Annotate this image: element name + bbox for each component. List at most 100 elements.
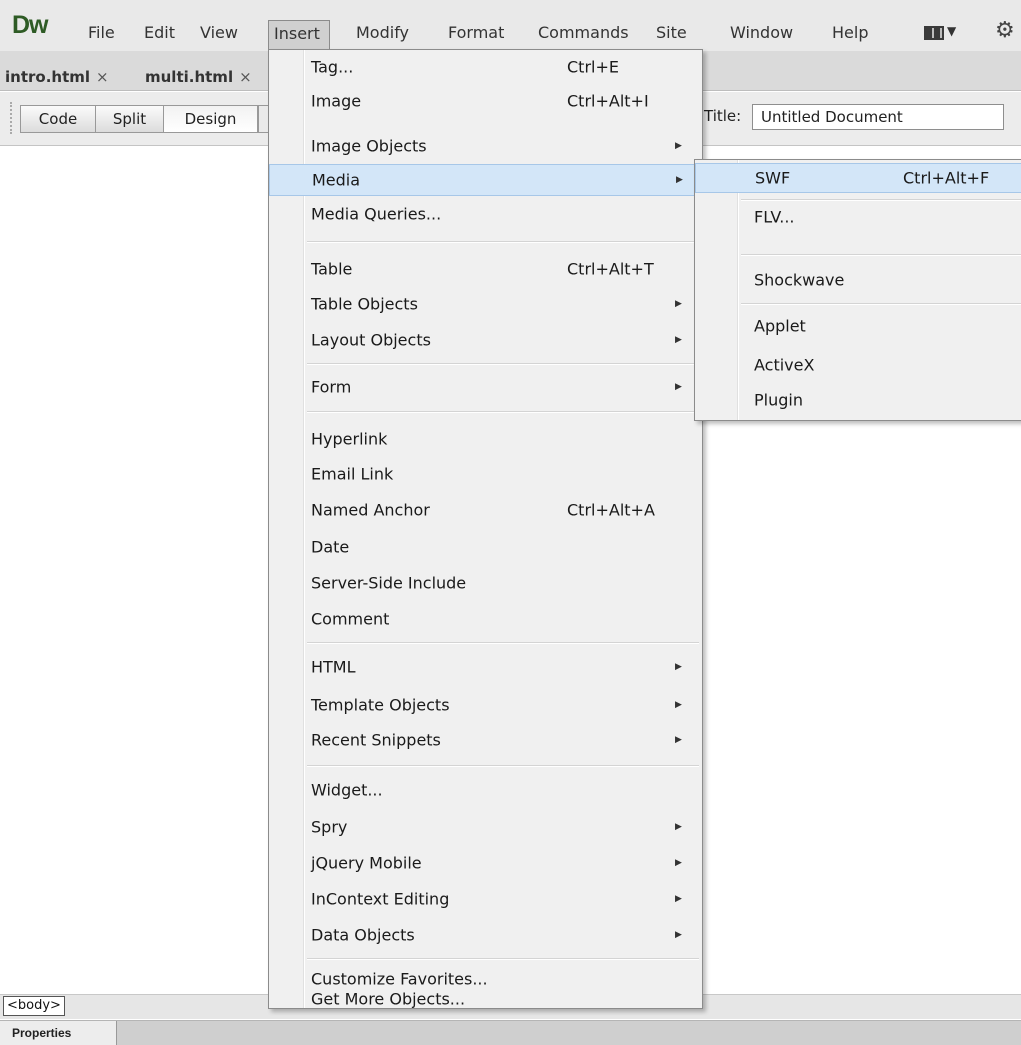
- menu-item-server-side-include[interactable]: Server-Side Include: [269, 567, 702, 599]
- toolbar-grip[interactable]: [10, 102, 16, 134]
- close-icon[interactable]: ×: [239, 68, 252, 86]
- menu-item-image-objects[interactable]: Image Objects ▶: [269, 130, 702, 162]
- tab-multi-html[interactable]: multi.html ×: [140, 63, 252, 91]
- submenu-arrow-icon: ▶: [675, 822, 682, 832]
- menu-window[interactable]: Window: [730, 22, 793, 44]
- menu-item-shortcut: Ctrl+E: [567, 57, 619, 77]
- menu-item-hyperlink[interactable]: Hyperlink: [269, 423, 702, 455]
- menu-item-label: ActiveX: [754, 355, 815, 375]
- menu-item-html[interactable]: HTML ▶: [269, 651, 702, 683]
- menu-item-label: SWF: [755, 168, 791, 188]
- menu-item-label: Applet: [754, 316, 806, 336]
- properties-panel-bar: [0, 1020, 1021, 1045]
- tab-label: intro.html: [5, 68, 91, 86]
- menu-file[interactable]: File: [88, 22, 115, 44]
- menu-item-incontext-editing[interactable]: InContext Editing ▶: [269, 883, 702, 915]
- menu-separator: [307, 642, 699, 644]
- menu-item-spry[interactable]: Spry ▶: [269, 811, 702, 843]
- menu-item-data-objects[interactable]: Data Objects ▶: [269, 919, 702, 951]
- menu-item-label: Tag...: [311, 57, 354, 77]
- menu-separator: [307, 241, 699, 243]
- menu-item-shortcut: Ctrl+Alt+I: [567, 91, 649, 111]
- menu-format[interactable]: Format: [448, 22, 504, 44]
- menu-item-label: Table: [311, 259, 353, 279]
- menu-item-comment[interactable]: Comment: [269, 603, 702, 635]
- submenu-arrow-icon: ▶: [675, 858, 682, 868]
- menu-item-table-objects[interactable]: Table Objects ▶: [269, 288, 702, 320]
- menu-item-label: Shockwave: [754, 270, 845, 290]
- menu-item-label: Form: [311, 377, 352, 397]
- code-view-button[interactable]: Code: [20, 105, 96, 133]
- menu-separator: [307, 765, 699, 767]
- menu-modify[interactable]: Modify: [356, 22, 409, 44]
- menu-item-media-queries[interactable]: Media Queries...: [269, 198, 702, 230]
- document-title-input[interactable]: Untitled Document: [752, 104, 1004, 130]
- submenu-arrow-icon: ▶: [675, 735, 682, 745]
- submenu-item-activex[interactable]: ActiveX: [695, 350, 1021, 380]
- menu-item-tag[interactable]: Tag... Ctrl+E: [269, 51, 702, 83]
- menu-view[interactable]: View: [200, 22, 238, 44]
- menu-item-label: Table Objects: [311, 294, 418, 314]
- menu-item-label: Image Objects: [311, 136, 427, 156]
- menu-item-label: Media: [312, 170, 361, 190]
- tab-intro-html[interactable]: intro.html ×: [0, 63, 109, 91]
- menu-item-image[interactable]: Image Ctrl+Alt+I: [269, 85, 702, 117]
- tab-label: multi.html: [145, 68, 234, 86]
- menu-item-label: Plugin: [754, 390, 803, 410]
- menu-item-named-anchor[interactable]: Named Anchor Ctrl+Alt+A: [269, 494, 702, 526]
- menu-item-date[interactable]: Date: [269, 531, 702, 563]
- gear-icon[interactable]: ⚙: [995, 18, 1015, 43]
- menu-item-form[interactable]: Form ▶: [269, 371, 702, 403]
- menu-item-layout-objects[interactable]: Layout Objects ▶: [269, 324, 702, 356]
- submenu-item-swf[interactable]: SWF Ctrl+Alt+F: [695, 163, 1021, 193]
- menu-item-get-more-objects[interactable]: Get More Objects...: [269, 977, 702, 1009]
- menu-item-label: Named Anchor: [311, 500, 430, 520]
- menu-separator: [307, 958, 699, 960]
- submenu-arrow-icon: ▶: [675, 141, 682, 151]
- submenu-arrow-icon: ▶: [675, 894, 682, 904]
- app-logo: Dw: [12, 11, 48, 39]
- menu-site[interactable]: Site: [656, 22, 687, 44]
- menu-item-template-objects[interactable]: Template Objects ▶: [269, 689, 702, 721]
- menu-separator: [307, 411, 699, 413]
- menu-insert[interactable]: Insert: [268, 20, 330, 49]
- menu-commands[interactable]: Commands: [538, 22, 629, 44]
- submenu-item-applet[interactable]: Applet: [695, 311, 1021, 341]
- design-view-button[interactable]: Design: [164, 105, 258, 133]
- submenu-arrow-icon: ▶: [675, 930, 682, 940]
- submenu-arrow-icon: ▶: [675, 662, 682, 672]
- menu-edit[interactable]: Edit: [144, 22, 175, 44]
- menu-separator: [741, 254, 1021, 256]
- tag-selector-body[interactable]: <body>: [3, 996, 65, 1016]
- menu-item-label: Server-Side Include: [311, 573, 467, 593]
- menu-separator: [741, 199, 1021, 201]
- menu-item-jquery-mobile[interactable]: jQuery Mobile ▶: [269, 847, 702, 879]
- menu-item-shortcut: Ctrl+Alt+T: [567, 259, 654, 279]
- menu-item-label: Media Queries...: [311, 204, 442, 224]
- workspace-switcher-button[interactable]: ▼: [924, 24, 958, 44]
- submenu-item-shockwave[interactable]: Shockwave: [695, 265, 1021, 295]
- title-label: Title:: [704, 107, 742, 125]
- menu-item-shortcut: Ctrl+Alt+F: [903, 168, 990, 188]
- menu-item-label: Get More Objects...: [311, 989, 466, 1009]
- menu-item-label: Hyperlink: [311, 429, 388, 449]
- menu-separator: [741, 303, 1021, 305]
- menu-bar: Dw File Edit View Insert Modify Format C…: [0, 0, 1021, 51]
- close-icon[interactable]: ×: [96, 68, 109, 86]
- menu-item-label: jQuery Mobile: [311, 853, 422, 873]
- menu-item-email-link[interactable]: Email Link: [269, 458, 702, 490]
- menu-item-widget[interactable]: Widget...: [269, 774, 702, 806]
- menu-item-recent-snippets[interactable]: Recent Snippets ▶: [269, 724, 702, 756]
- submenu-item-plugin[interactable]: Plugin: [695, 385, 1021, 415]
- menu-item-label: Comment: [311, 609, 390, 629]
- submenu-arrow-icon: ▶: [675, 335, 682, 345]
- split-view-button[interactable]: Split: [96, 105, 164, 133]
- menu-item-table[interactable]: Table Ctrl+Alt+T: [269, 253, 702, 285]
- menu-item-label: Data Objects: [311, 925, 415, 945]
- properties-panel-tab[interactable]: Properties: [0, 1021, 117, 1045]
- menu-item-label: FLV...: [754, 207, 795, 227]
- menu-item-media[interactable]: Media ▶: [269, 164, 702, 196]
- submenu-item-flv[interactable]: FLV...: [695, 202, 1021, 232]
- menu-help[interactable]: Help: [832, 22, 868, 44]
- menu-item-label: Template Objects: [311, 695, 450, 715]
